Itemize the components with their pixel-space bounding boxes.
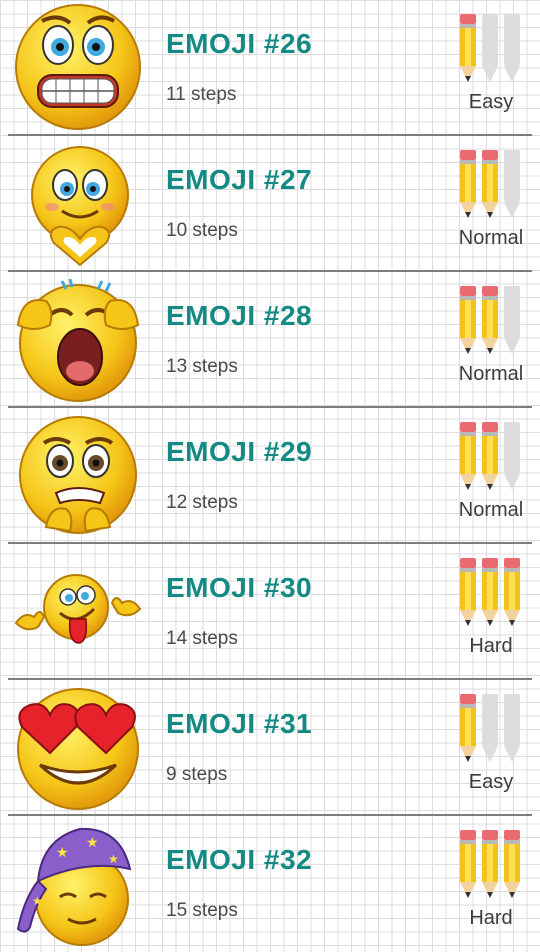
pencil-empty-icon [482,694,498,762]
svg-text:★: ★ [56,844,69,860]
difficulty-pencils-icon [460,558,520,626]
difficulty-pencils-icon [460,830,520,898]
steps-count: 14 steps [166,628,238,649]
steps-count: 12 steps [166,492,238,513]
pencil-filled-icon [482,830,498,898]
pencil-filled-icon [460,422,476,490]
pencil-filled-icon [482,422,498,490]
emoji-title: EMOJI #31 [166,708,313,739]
lesson-row[interactable]: EMOJI #28 13 steps Normal [0,272,540,408]
pencil-empty-icon [482,14,498,82]
svg-text:★: ★ [108,852,119,866]
pencil-filled-icon [460,830,476,898]
difficulty-pencils-icon [460,14,520,82]
pencil-empty-icon [504,286,520,354]
emoji-sleepy-nightcap-thumbnail: ★ ★ ★ ★ [16,827,132,946]
pencil-filled-icon [460,286,476,354]
pencil-empty-icon [504,422,520,490]
emoji-heart-eyes-thumbnail [17,688,139,810]
difficulty-label: Normal [458,227,524,249]
lesson-row[interactable]: EMOJI #31 9 steps Easy [0,680,540,816]
emoji-tongue-out-thumbnail [14,574,142,644]
difficulty-pencils-icon [460,694,520,762]
lesson-row[interactable]: EMOJI #29 12 steps Normal [0,408,540,544]
lesson-row[interactable]: EMOJI #26 11 steps Easy [0,0,540,136]
steps-count: 11 steps [166,84,237,105]
lesson-row[interactable]: EMOJI #30 14 steps Hard [0,544,540,680]
pencil-filled-icon [460,14,476,82]
emoji-nervous-thumbnail [19,416,137,534]
pencil-filled-icon [504,558,520,626]
difficulty-pencils-icon [460,150,520,218]
emoji-title: EMOJI #32 [166,844,313,875]
difficulty-label: Normal [458,499,524,521]
pencil-filled-icon [482,286,498,354]
emoji-title: EMOJI #29 [166,436,313,467]
emoji-heart-hands-thumbnail [31,146,129,267]
difficulty-label: Easy [468,91,514,113]
svg-text:★: ★ [32,894,43,908]
emoji-title: EMOJI #30 [166,572,313,603]
pencil-filled-icon [460,558,476,626]
pencil-filled-icon [482,558,498,626]
difficulty-label: Hard [469,907,513,929]
emoji-title: EMOJI #28 [166,300,313,331]
difficulty-label: Easy [468,771,514,793]
lesson-row[interactable]: EMOJI #27 10 steps Normal [0,136,540,272]
pencil-empty-icon [504,14,520,82]
emoji-lesson-list: EMOJI #26 11 steps Easy EMOJI #27 10 ste… [0,0,540,952]
steps-count: 9 steps [166,764,228,785]
pencil-filled-icon [482,150,498,218]
steps-count: 10 steps [166,220,238,241]
difficulty-label: Hard [469,635,513,657]
lesson-row[interactable]: ★ ★ ★ ★ EMOJI #32 15 steps Hard [0,816,540,952]
pencil-filled-icon [504,830,520,898]
difficulty-pencils-icon [460,422,520,490]
svg-text:★: ★ [86,834,99,850]
difficulty-label: Normal [458,363,524,385]
pencil-filled-icon [460,150,476,218]
steps-count: 13 steps [166,356,238,377]
steps-count: 15 steps [166,900,238,921]
emoji-title: EMOJI #27 [166,164,313,195]
emoji-grimace-thumbnail [15,4,141,130]
emoji-title: EMOJI #26 [166,28,313,59]
difficulty-pencils-icon [460,286,520,354]
emoji-crying-thumbnail [16,278,140,402]
pencil-filled-icon [460,694,476,762]
pencil-empty-icon [504,150,520,218]
pencil-empty-icon [504,694,520,762]
